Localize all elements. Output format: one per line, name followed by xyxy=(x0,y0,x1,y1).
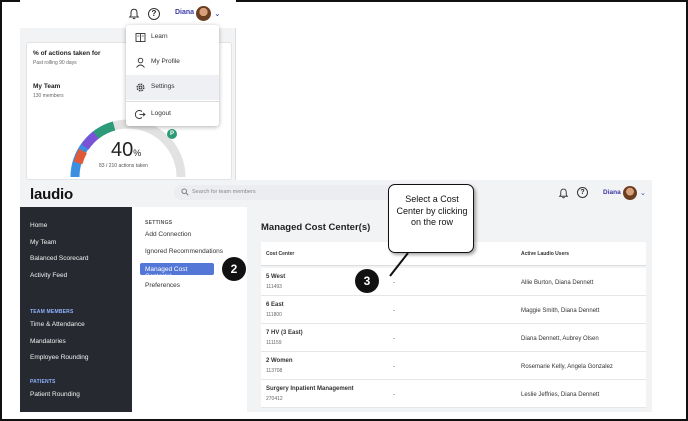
sidebar-item-patient-rounding[interactable]: Patient Rounding xyxy=(30,391,80,398)
cost-center-code: 270412 xyxy=(266,396,283,402)
sidebar-item-employee-rounding[interactable]: Employee Rounding xyxy=(30,354,89,361)
step-badge-2: 2 xyxy=(222,257,246,281)
person-icon xyxy=(136,57,145,68)
active-users: Maggie Smith, Diana Dennett xyxy=(521,308,600,314)
callout-pointer xyxy=(389,252,409,277)
active-users: Rosemarie Kelly, Angela Gonzalez xyxy=(521,364,613,370)
search-input[interactable]: Search for team members xyxy=(174,185,424,200)
sidebar: Home My Team Balanced Scorecard Activity… xyxy=(20,207,132,412)
gauge-detail: 83 / 210 actions taken xyxy=(99,163,148,169)
settings-nav: SETTINGS Add Connection Ignored Recommen… xyxy=(132,207,247,412)
menu-item-logout[interactable]: Logout xyxy=(126,102,219,127)
menu-item-label: Settings xyxy=(151,83,175,90)
sidebar-item-home[interactable]: Home xyxy=(30,222,47,229)
profile-dropdown-menu: Learn My Profile Settings Logout xyxy=(126,25,219,126)
step-badge-3: 3 xyxy=(355,269,379,293)
settings-screenshot: laudio Search for team members ? Diana ⌄… xyxy=(20,180,652,412)
sidebar-section-patients: PATIENTS xyxy=(30,379,56,385)
table-row[interactable]: 7 HV (3 East) 111159 - Diana Dennett, Au… xyxy=(261,324,646,352)
avatar[interactable] xyxy=(623,186,637,200)
column-header-cost-center: Cost Center xyxy=(266,251,295,257)
user-name[interactable]: Diana xyxy=(175,9,194,16)
callout-text: Select a Cost Center by clicking on the … xyxy=(396,194,468,227)
page-title: Managed Cost Center(s) xyxy=(261,222,371,233)
sidebar-item-activity-feed[interactable]: Activity Feed xyxy=(30,272,67,279)
menu-item-label: Learn xyxy=(151,33,168,40)
sidebar-item-time-attendance[interactable]: Time & Attendance xyxy=(30,321,85,328)
chevron-down-icon[interactable]: ⌄ xyxy=(640,189,646,197)
cost-center-name: 2 Women xyxy=(266,358,293,364)
avatar[interactable] xyxy=(196,6,211,21)
cost-center-value: - xyxy=(393,364,395,370)
cost-center-name: 7 HV (3 East) xyxy=(266,330,303,336)
cost-center-value: - xyxy=(393,336,395,342)
table-row[interactable]: 2 Women 113708 - Rosemarie Kelly, Angela… xyxy=(261,352,646,380)
cost-center-name: Surgery Inpatient Management xyxy=(266,386,354,392)
cost-center-value: - xyxy=(393,308,395,314)
cost-center-code: 111800 xyxy=(266,312,282,318)
table-row[interactable]: 6 East 111800 - Maggie Smith, Diana Denn… xyxy=(261,296,646,324)
active-users: Allie Burton, Diana Dennett xyxy=(521,280,594,286)
menu-item-my-profile[interactable]: My Profile xyxy=(126,50,219,75)
cost-center-code: 113708 xyxy=(266,368,283,374)
menu-item-settings[interactable]: Settings xyxy=(126,75,219,100)
settings-item-add-connection[interactable]: Add Connection xyxy=(145,231,191,238)
status-badge: P xyxy=(167,129,177,139)
help-icon[interactable]: ? xyxy=(148,8,160,20)
menu-item-learn[interactable]: Learn xyxy=(126,25,219,50)
sidebar-section-team-members: TEAM MEMBERS xyxy=(30,309,74,315)
menu-item-label: My Profile xyxy=(151,58,180,65)
cost-center-name: 6 East xyxy=(266,302,284,308)
instruction-callout: Select a Cost Center by clicking on the … xyxy=(388,184,474,253)
team-members: 130 members xyxy=(33,93,64,99)
cost-center-name: 5 West xyxy=(266,274,286,280)
card-title: % of actions taken for xyxy=(33,50,101,57)
user-name[interactable]: Diana xyxy=(603,189,621,196)
search-icon xyxy=(181,188,189,196)
top-bar: ? Diana ⌄ xyxy=(20,0,236,28)
logo[interactable]: laudio xyxy=(30,186,73,203)
settings-item-preferences[interactable]: Preferences xyxy=(145,282,180,289)
sidebar-item-my-team[interactable]: My Team xyxy=(30,239,56,246)
bell-icon[interactable] xyxy=(558,188,569,199)
card-subtitle: Past rolling 90 days xyxy=(33,60,77,66)
active-users: Leslie Jeffries, Diana Dennett xyxy=(521,392,600,398)
table-row[interactable]: Surgery Inpatient Management 270412 - Le… xyxy=(261,380,646,408)
search-placeholder: Search for team members xyxy=(192,188,256,195)
cost-center-code: 111493 xyxy=(266,284,282,290)
gauge-percentage: 40% xyxy=(111,139,142,161)
chevron-down-icon[interactable]: ⌄ xyxy=(214,9,221,18)
table-row[interactable]: 5 West 111493 - Allie Burton, Diana Denn… xyxy=(261,268,646,296)
settings-item-ignored-recommendations[interactable]: Ignored Recommendations xyxy=(145,248,223,255)
help-icon[interactable]: ? xyxy=(577,187,588,198)
settings-label: SETTINGS xyxy=(145,220,173,226)
menu-item-label: Logout xyxy=(151,110,171,117)
active-users: Diana Dennett, Aubrey Olsen xyxy=(521,336,599,342)
gear-icon xyxy=(136,83,145,92)
logout-icon xyxy=(135,110,146,119)
sidebar-item-mandatories[interactable]: Mandatories xyxy=(30,338,66,345)
column-header-active-users: Active Laudio Users xyxy=(521,251,570,257)
sidebar-item-balanced-scorecard[interactable]: Balanced Scorecard xyxy=(30,255,89,262)
cost-center-code: 111159 xyxy=(266,340,282,346)
settings-item-managed-cost-centers[interactable]: Managed Cost Center(s) xyxy=(140,263,214,280)
book-icon xyxy=(135,33,146,42)
bell-icon[interactable] xyxy=(128,8,140,20)
cost-center-value: - xyxy=(393,392,395,398)
team-name: My Team xyxy=(33,83,61,90)
